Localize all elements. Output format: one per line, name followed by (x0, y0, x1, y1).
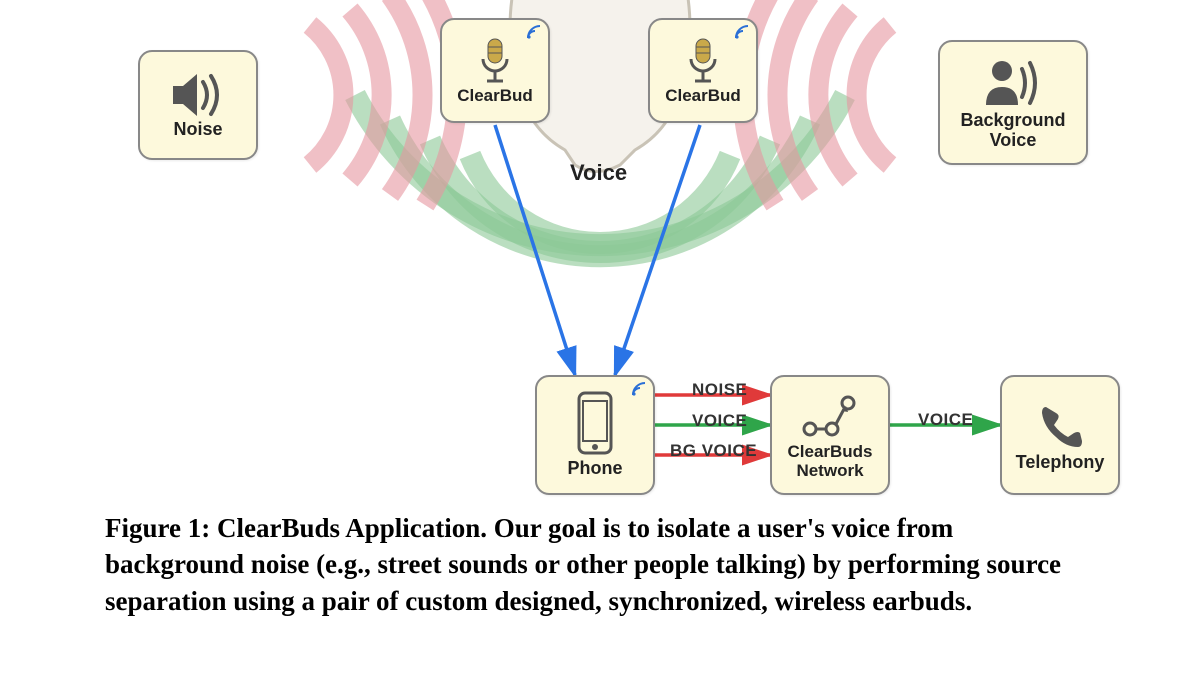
voice-center-label: Voice (570, 160, 627, 186)
phone-box: Phone (535, 375, 655, 495)
background-voice-box: Background Voice (938, 40, 1088, 165)
speaker-icon (167, 70, 229, 120)
edge-voice-out-label: VOICE (918, 410, 973, 430)
arrow-clearbud-right-to-phone (615, 125, 700, 375)
edge-voice-label: VOICE (692, 411, 747, 431)
noise-arcs-left (310, 0, 457, 205)
noise-arcs-right (743, 0, 890, 205)
clearbud-left-box: ClearBud (440, 18, 550, 123)
clearbuds-network-label: ClearBuds Network (787, 443, 872, 480)
clearbuds-network-box: ClearBuds Network (770, 375, 890, 495)
edge-bgvoice-label: BG VOICE (670, 441, 757, 461)
clearbud-left-label: ClearBud (457, 87, 533, 106)
clearbud-right-label: ClearBud (665, 87, 741, 106)
noise-label: Noise (173, 120, 222, 140)
microphone-icon (683, 35, 723, 87)
arrow-clearbud-left-to-phone (495, 125, 575, 375)
telephony-label: Telephony (1016, 453, 1105, 473)
figure-diagram: Noise ClearBud (0, 0, 1200, 505)
phone-handset-icon (1032, 397, 1088, 453)
microphone-icon (475, 35, 515, 87)
phone-label: Phone (567, 459, 622, 479)
wireless-icon (526, 24, 542, 44)
telephony-box: Telephony (1000, 375, 1120, 495)
wireless-icon (734, 24, 750, 44)
edge-noise-label: NOISE (692, 380, 747, 400)
noise-box: Noise (138, 50, 258, 160)
network-graph-icon (798, 389, 862, 443)
background-voice-label: Background Voice (960, 111, 1065, 151)
clearbud-right-box: ClearBud (648, 18, 758, 123)
smartphone-icon (573, 391, 617, 459)
wireless-icon (631, 381, 647, 401)
person-speaking-icon (978, 55, 1048, 111)
figure-caption: Figure 1: ClearBuds Application. Our goa… (105, 510, 1095, 619)
